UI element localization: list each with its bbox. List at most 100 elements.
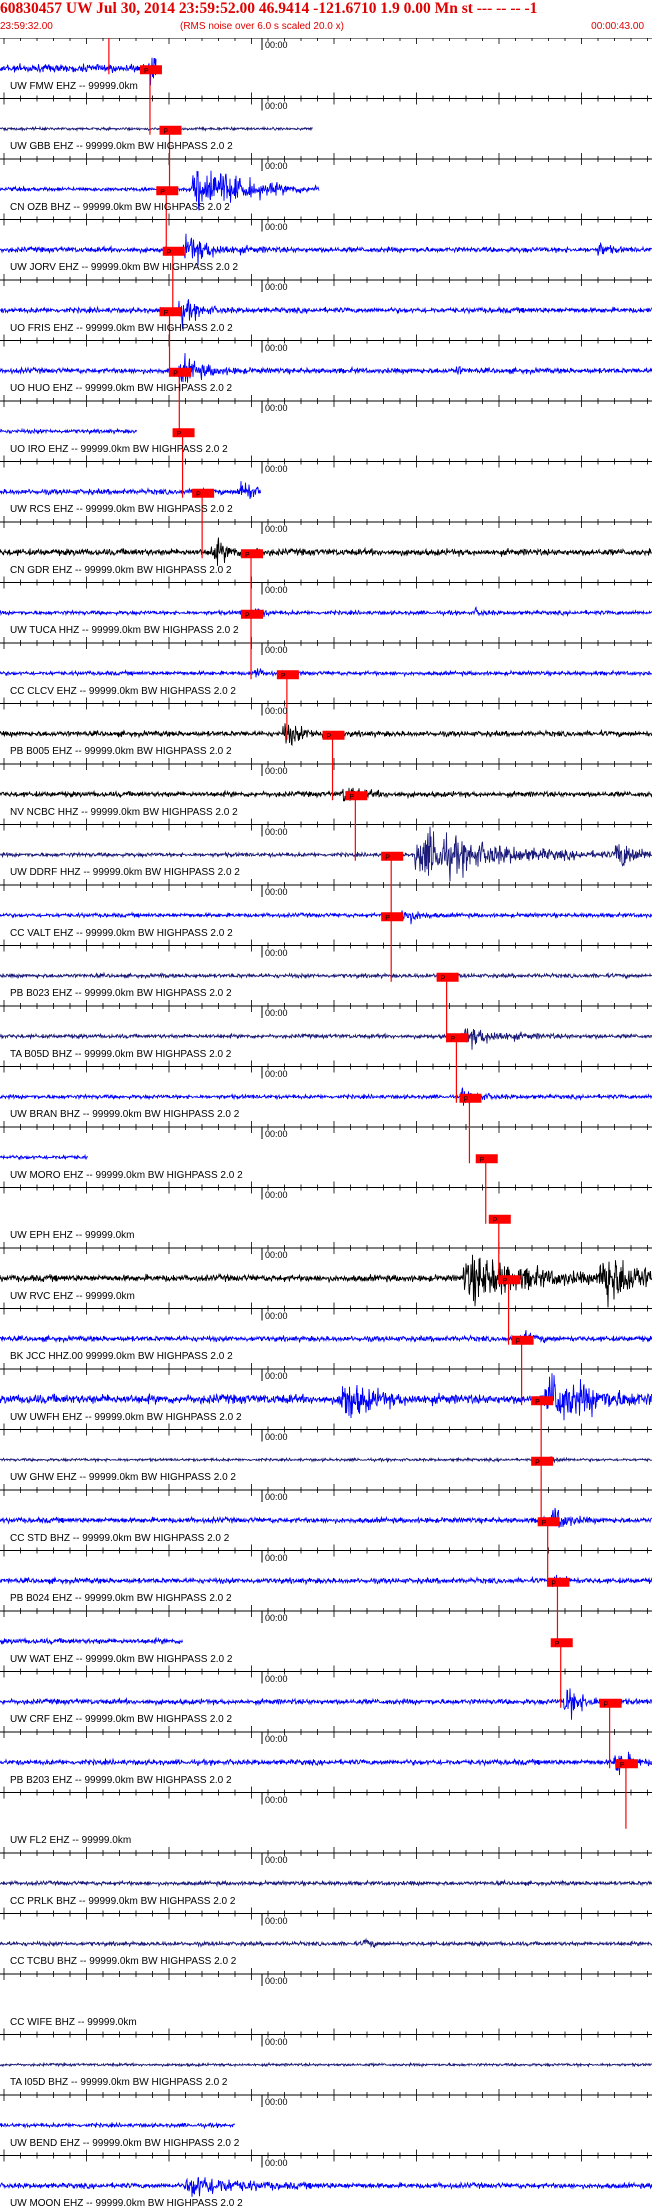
- trace-label: UO IRO EHZ -- 99999.0km BW HIGHPASS 2.0 …: [10, 443, 228, 455]
- tick-label: 00:00: [265, 1189, 288, 1200]
- waveform-trace: [0, 537, 652, 566]
- pick-label: P: [196, 491, 201, 498]
- pick-label: P: [245, 612, 250, 619]
- trace-label: CC PRLK BHZ -- 99999.0km BW HIGHPASS 2.0…: [10, 1895, 236, 1907]
- tick-label: 00:00: [265, 1068, 288, 1079]
- pick-label: P: [555, 1641, 560, 1648]
- waveform-trace: [0, 1087, 652, 1106]
- tick-label: 00:00: [265, 463, 288, 474]
- pick-label: P: [245, 552, 250, 559]
- trace-label: UW MORO EHZ -- 99999.0km BW HIGHPASS 2.0…: [10, 1169, 243, 1181]
- pick-label: P: [160, 189, 165, 196]
- pick-label: P: [281, 673, 286, 680]
- tick-label: 00:00: [265, 1613, 288, 1623]
- trace-label: UW CRF EHZ -- 99999.0km BW HIGHPASS 2.0 …: [10, 1714, 233, 1725]
- pick-label: P: [167, 249, 172, 256]
- trace-label: PB B203 EHZ -- 99999.0km BW HIGHPASS 2.0…: [10, 1774, 232, 1786]
- tick-label: 00:00: [265, 584, 288, 595]
- pick-label: P: [516, 1338, 521, 1345]
- tick-label: 00:00: [265, 2036, 288, 2047]
- trace-label: CN OZB BHZ -- 99999.0km BW HIGHPASS 2.0 …: [10, 201, 230, 213]
- pick-label: P: [551, 1580, 556, 1587]
- trace-label: UW RCS EHZ -- 99999.0km BW HIGHPASS 2.0 …: [10, 504, 233, 515]
- trace-label: BK JCC HHZ.00 99999.0km BW HIGHPASS 2.0 …: [10, 1351, 233, 1362]
- tick-label: 00:00: [265, 1976, 288, 1986]
- pick-label: P: [164, 310, 169, 317]
- pick-label: P: [493, 1217, 498, 1224]
- tick-label: 00:00: [265, 1371, 288, 1381]
- pick-label: P: [604, 1701, 609, 1708]
- waveform-trace: [0, 1330, 652, 1344]
- tick-label: 00:00: [265, 2097, 288, 2107]
- pick-label: P: [144, 68, 149, 75]
- trace-label: PB B023 EHZ -- 99999.0km BW HIGHPASS 2.0…: [10, 988, 232, 999]
- trace-label: UW MOON EHZ -- 99999.0km BW HIGHPASS 2.0…: [10, 2198, 243, 2209]
- waveform-trace: [0, 1028, 652, 1050]
- trace-label: TA I05D BHZ -- 99999.0km BW HIGHPASS 2.0…: [10, 2077, 228, 2088]
- pick-label: P: [535, 1399, 540, 1406]
- pick-label: P: [535, 1459, 540, 1466]
- tick-label: 00:00: [265, 221, 288, 232]
- tick-label: 00:00: [265, 1129, 288, 1139]
- trace-label: UW TUCA HHZ -- 99999.0km BW HIGHPASS 2.0…: [10, 625, 239, 636]
- waveform-trace: [0, 606, 652, 618]
- trace-label: CC WIFE BHZ -- 99999.0km: [10, 2016, 137, 2028]
- trace-label: UW FL2 EHZ -- 99999.0km: [10, 1835, 132, 1846]
- pick-label: P: [620, 1762, 625, 1769]
- tick-label: 00:00: [265, 2157, 288, 2168]
- waveform-trace: [0, 668, 652, 678]
- end-time: 00:00:43.00: [591, 21, 644, 32]
- waveform-trace: [0, 125, 313, 132]
- pick-label: P: [463, 1096, 468, 1103]
- trace-label: UW BEND EHZ -- 99999.0km BW HIGHPASS 2.0…: [10, 2137, 240, 2149]
- pick-label: P: [542, 1520, 547, 1527]
- trace-label: TA B05D BHZ -- 99999.0km BW HIGHPASS 2.0…: [10, 1048, 232, 1060]
- waveform-trace: [0, 353, 652, 383]
- tick-label: 00:00: [265, 1250, 288, 1260]
- waveform-trace: [0, 1153, 89, 1161]
- trace-label: UW UWFH EHZ -- 99999.0km BW HIGHPASS 2.0…: [10, 1411, 242, 1423]
- tick-label: 00:00: [265, 342, 288, 353]
- trace-label: CN GDR EHZ -- 99999.0km BW HIGHPASS 2.0 …: [10, 564, 232, 576]
- start-time: 23:59:32.00: [0, 21, 53, 32]
- trace-label: UW DDRF HHZ -- 99999.0km BW HIGHPASS 2.0…: [10, 867, 240, 878]
- tick-label: 00:00: [265, 887, 288, 897]
- waveform-trace: [0, 787, 652, 802]
- trace-label: PB B024 EHZ -- 99999.0km BW HIGHPASS 2.0…: [10, 1593, 232, 1604]
- trace-label: NV NCBC HHZ -- 99999.0km BW HIGHPASS 2.0…: [10, 806, 238, 818]
- waveform-trace: [0, 1878, 652, 1888]
- pick-label: P: [480, 1157, 485, 1164]
- tick-label: 00:00: [265, 947, 288, 958]
- tick-label: 00:00: [265, 403, 288, 413]
- tick-label: 00:00: [265, 705, 288, 716]
- pick-label: P: [503, 1278, 508, 1285]
- trace-label: UO HUO EHZ -- 99999.0km BW HIGHPASS 2.0 …: [10, 383, 233, 394]
- scaling-note: (RMS noise over 6.0 s scaled 20.0 x): [180, 21, 344, 32]
- waveform-trace: [0, 233, 652, 266]
- tick-label: 00:00: [265, 161, 288, 171]
- trace-label: UW JORV EHZ -- 99999.0km BW HIGHPASS 2.0…: [10, 262, 239, 273]
- tick-label: 00:00: [265, 1431, 288, 1442]
- tick-label: 00:00: [265, 100, 288, 111]
- waveform-trace: [0, 971, 652, 980]
- tick-label: 00:00: [265, 1552, 288, 1563]
- tick-label: 00:00: [265, 1915, 288, 1926]
- tick-label: 00:00: [265, 1310, 288, 1321]
- tick-label: 00:00: [265, 1734, 288, 1744]
- waveform-trace: [0, 910, 652, 925]
- waveform-trace: [0, 1751, 652, 1776]
- trace-label: UO FRIS EHZ -- 99999.0km BW HIGHPASS 2.0…: [10, 322, 233, 334]
- tick-label: 00:00: [265, 40, 288, 50]
- tick-label: 00:00: [265, 826, 288, 837]
- pick-label: P: [173, 370, 178, 377]
- trace-label: UW WAT EHZ -- 99999.0km BW HIGHPASS 2.0 …: [10, 1653, 233, 1665]
- tick-label: 00:00: [265, 1673, 288, 1684]
- pick-label: P: [177, 431, 182, 438]
- tick-label: 00:00: [265, 1794, 288, 1805]
- waveform-trace: [0, 2061, 652, 2069]
- pick-label: P: [385, 854, 390, 861]
- waveform-trace: [0, 2121, 235, 2130]
- tick-label: 00:00: [265, 1492, 288, 1502]
- waveform-trace: [0, 1636, 183, 1646]
- trace-label: CC STD BHZ -- 99999.0km BW HIGHPASS 2.0 …: [10, 1532, 230, 1544]
